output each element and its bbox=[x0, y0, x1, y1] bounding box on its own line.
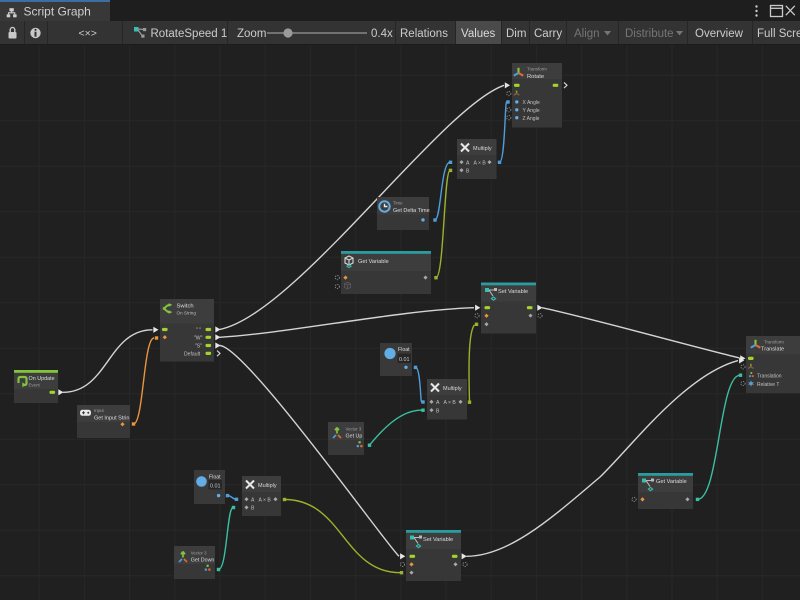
svg-text:Relations: Relations bbox=[400, 28, 448, 40]
svg-text:Set Variable: Set Variable bbox=[423, 537, 453, 543]
svg-text:Translate: Translate bbox=[761, 347, 784, 353]
svg-text:" ": " " bbox=[196, 328, 201, 334]
svg-text:Transform: Transform bbox=[527, 67, 547, 72]
svg-text:A: A bbox=[466, 160, 470, 166]
svg-text:0.01: 0.01 bbox=[399, 357, 410, 363]
svg-text:Time: Time bbox=[393, 201, 403, 206]
svg-text:Values: Values bbox=[461, 28, 496, 40]
svg-text:A: A bbox=[251, 497, 255, 503]
svg-text:Script Graph: Script Graph bbox=[24, 5, 91, 19]
svg-text:Multiply: Multiply bbox=[473, 146, 492, 152]
svg-text:A × B: A × B bbox=[474, 160, 487, 166]
svg-text:"W": "W" bbox=[194, 335, 203, 341]
svg-text:Get Delta Time: Get Delta Time bbox=[393, 208, 430, 214]
svg-text:Z Angle: Z Angle bbox=[523, 116, 540, 122]
svg-text:Get Up: Get Up bbox=[346, 433, 363, 439]
svg-text:Float: Float bbox=[398, 347, 410, 353]
svg-text:Y Angle: Y Angle bbox=[523, 108, 540, 114]
svg-text:0.4x: 0.4x bbox=[371, 28, 393, 40]
svg-text:Rotate: Rotate bbox=[527, 74, 544, 80]
svg-text:Get Input Strin: Get Input Strin bbox=[94, 416, 129, 422]
svg-text:Event: Event bbox=[29, 383, 41, 388]
svg-text:"S": "S" bbox=[195, 344, 202, 350]
svg-text:A × B: A × B bbox=[444, 400, 457, 406]
svg-text:Translation: Translation bbox=[757, 374, 782, 380]
svg-text:Dim: Dim bbox=[506, 28, 526, 40]
svg-text:<×>: <×> bbox=[79, 28, 97, 40]
svg-text:Get Variable: Get Variable bbox=[656, 479, 687, 485]
svg-text:Transform: Transform bbox=[764, 340, 784, 345]
svg-text:Vector 3: Vector 3 bbox=[191, 551, 207, 556]
svg-text:Carry: Carry bbox=[534, 28, 562, 40]
svg-text:B: B bbox=[466, 168, 470, 174]
svg-text:0.01: 0.01 bbox=[210, 483, 221, 489]
svg-text:Full Scre: Full Scre bbox=[757, 28, 800, 40]
svg-text:Vector 3: Vector 3 bbox=[346, 427, 362, 432]
svg-text:B: B bbox=[251, 506, 255, 512]
svg-text:Get Variable: Get Variable bbox=[358, 259, 389, 265]
svg-text:Multiply: Multiply bbox=[443, 386, 462, 392]
svg-text:On Update: On Update bbox=[29, 376, 55, 382]
svg-text:Input: Input bbox=[94, 408, 105, 413]
svg-text:Set Variable: Set Variable bbox=[498, 289, 528, 295]
svg-text:Float: Float bbox=[209, 475, 221, 481]
svg-text:Default: Default bbox=[184, 351, 201, 357]
svg-text:Switch: Switch bbox=[177, 304, 194, 310]
svg-text:Relative T: Relative T bbox=[757, 382, 779, 388]
svg-text:RotateSpeed 1: RotateSpeed 1 bbox=[151, 28, 228, 40]
svg-text:Align: Align bbox=[574, 28, 600, 40]
svg-text:X Angle: X Angle bbox=[523, 100, 540, 106]
svg-text:Distribute: Distribute bbox=[625, 28, 674, 40]
svg-text:B: B bbox=[436, 408, 440, 414]
svg-text:Overview: Overview bbox=[695, 28, 744, 40]
svg-text:A: A bbox=[436, 400, 440, 406]
svg-text:On String: On String bbox=[177, 311, 197, 316]
svg-text:Zoom: Zoom bbox=[237, 28, 266, 40]
svg-text:Multiply: Multiply bbox=[258, 483, 277, 489]
svg-text:Get Down: Get Down bbox=[191, 557, 215, 563]
svg-text:A × B: A × B bbox=[259, 497, 272, 503]
